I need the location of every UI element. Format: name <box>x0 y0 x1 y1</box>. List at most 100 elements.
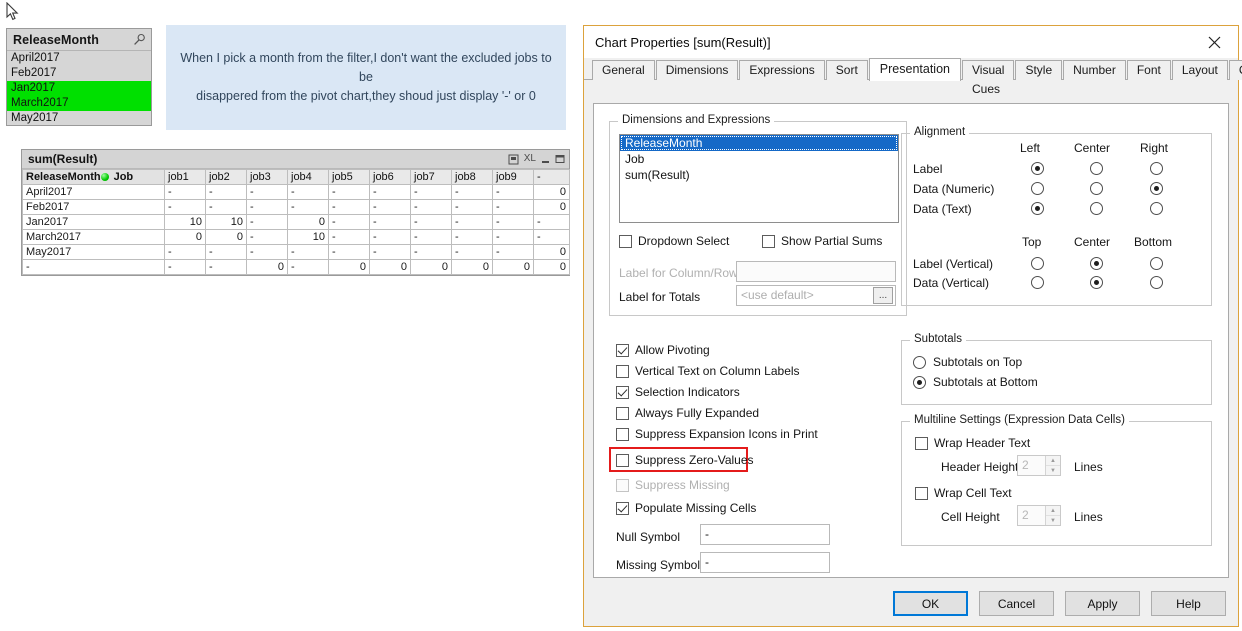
cell[interactable]: - <box>328 214 370 230</box>
cell[interactable]: - <box>410 184 452 200</box>
subtotals-on-top-radio[interactable]: Subtotals on Top <box>913 355 1022 369</box>
cell[interactable]: - <box>246 229 288 245</box>
cell[interactable]: 0 <box>164 229 206 245</box>
list-item[interactable]: Jan2017 <box>7 81 151 96</box>
cell[interactable]: - <box>492 184 534 200</box>
cell[interactable]: - <box>492 244 534 260</box>
populate-missing-cells-checkbox[interactable]: Populate Missing Cells <box>616 501 756 515</box>
pivot-dimension-header[interactable]: ReleaseMonth Job <box>22 169 165 185</box>
wrap-cell-text-checkbox[interactable]: Wrap Cell Text <box>915 486 1012 500</box>
minimize-icon[interactable] <box>541 155 550 164</box>
cell[interactable]: - <box>533 214 570 230</box>
cell[interactable]: 0 <box>205 229 247 245</box>
cell[interactable]: - <box>205 259 247 275</box>
radio-label-left[interactable] <box>1031 162 1044 175</box>
list-item-sum-result[interactable]: sum(Result) <box>620 167 898 183</box>
row-label[interactable]: Feb2017 <box>22 199 165 215</box>
column-header[interactable]: - <box>533 169 570 185</box>
cell[interactable]: - <box>451 244 493 260</box>
releasemonth-listbox[interactable]: ReleaseMonth April2017 Feb2017 Jan2017 M… <box>6 28 152 126</box>
cell[interactable]: - <box>533 229 570 245</box>
radio-label-vertical-center[interactable] <box>1090 257 1103 270</box>
close-icon[interactable] <box>1192 27 1236 58</box>
column-header[interactable]: job6 <box>369 169 411 185</box>
tab-sort[interactable]: Sort <box>825 60 868 80</box>
radio-data-text-center[interactable] <box>1090 202 1103 215</box>
tab-presentation[interactable]: Presentation <box>868 58 961 81</box>
cell[interactable]: - <box>164 259 206 275</box>
radio-data-vertical-center[interactable] <box>1090 276 1103 289</box>
subtotals-at-bottom-radio[interactable]: Subtotals at Bottom <box>913 375 1038 389</box>
cell[interactable]: 0 <box>246 259 288 275</box>
pivot-table[interactable]: ReleaseMonth Job job1 job2 job3 job4 job… <box>22 169 570 275</box>
tab-visual-cues[interactable]: Visual Cues <box>961 60 1015 96</box>
cell[interactable]: - <box>328 229 370 245</box>
row-label[interactable]: May2017 <box>22 244 165 260</box>
cell[interactable]: - <box>492 229 534 245</box>
radio-label-vertical-bottom[interactable] <box>1150 257 1163 270</box>
radio-label-center[interactable] <box>1090 162 1103 175</box>
wrap-header-text-checkbox[interactable]: Wrap Header Text <box>915 436 1030 450</box>
cell[interactable]: - <box>164 199 206 215</box>
tab-general[interactable]: General <box>592 60 655 80</box>
tab-style[interactable]: Style <box>1015 60 1063 80</box>
cell[interactable]: 0 <box>451 259 493 275</box>
column-header[interactable]: job5 <box>328 169 370 185</box>
null-symbol-input[interactable]: - <box>700 524 830 545</box>
list-item[interactable]: May2017 <box>7 111 151 126</box>
cell[interactable]: - <box>328 199 370 215</box>
cell[interactable]: - <box>328 184 370 200</box>
apply-button[interactable]: Apply <box>1065 591 1140 616</box>
cell[interactable]: - <box>369 214 411 230</box>
tab-font[interactable]: Font <box>1126 60 1171 80</box>
table-row[interactable]: - - - 0 - 0 0 0 0 0 0 <box>22 259 570 275</box>
cell[interactable]: 0 <box>410 259 452 275</box>
stepper-down-icon[interactable]: ▼ <box>1046 516 1060 525</box>
cell[interactable]: - <box>410 229 452 245</box>
list-item-releasemonth[interactable]: ReleaseMonth <box>620 135 898 151</box>
show-partial-sums-checkbox[interactable]: Show Partial Sums <box>762 234 882 248</box>
cell[interactable]: - <box>164 184 206 200</box>
radio-label-vertical-top[interactable] <box>1031 257 1044 270</box>
stepper-up-icon[interactable]: ▲ <box>1046 456 1060 466</box>
cell[interactable]: 10 <box>164 214 206 230</box>
cell[interactable]: - <box>410 214 452 230</box>
cell[interactable]: - <box>451 199 493 215</box>
column-header[interactable]: job9 <box>492 169 534 185</box>
table-row[interactable]: March2017 0 0 - 10 - - - - - - <box>22 229 570 245</box>
cell[interactable]: - <box>451 229 493 245</box>
suppress-expansion-icons-in-print-checkbox[interactable]: Suppress Expansion Icons in Print <box>616 427 818 441</box>
vertical-text-on-column-labels-checkbox[interactable]: Vertical Text on Column Labels <box>616 364 800 378</box>
stepper-arrows[interactable]: ▲ ▼ <box>1045 506 1060 525</box>
maximize-icon[interactable] <box>555 154 565 164</box>
cell[interactable]: - <box>369 244 411 260</box>
stepper-up-icon[interactable]: ▲ <box>1046 506 1060 516</box>
cell[interactable]: - <box>369 229 411 245</box>
list-item[interactable]: Feb2017 <box>7 66 151 81</box>
cell[interactable]: 0 <box>369 259 411 275</box>
list-item[interactable]: April2017 <box>7 51 151 66</box>
cell[interactable]: - <box>205 184 247 200</box>
row-label[interactable]: Jan2017 <box>22 214 165 230</box>
cell[interactable]: 0 <box>533 199 570 215</box>
cancel-button[interactable]: Cancel <box>979 591 1054 616</box>
selection-indicators-checkbox[interactable]: Selection Indicators <box>616 385 740 399</box>
cell[interactable]: - <box>492 214 534 230</box>
cell[interactable]: 0 <box>287 214 329 230</box>
label-for-totals-browse-button[interactable]: ... <box>873 287 893 304</box>
ok-button[interactable]: OK <box>893 591 968 616</box>
dropdown-select-checkbox[interactable]: Dropdown Select <box>619 234 729 248</box>
cell[interactable]: - <box>369 199 411 215</box>
table-row[interactable]: April2017 - - - - - - - - - 0 <box>22 184 570 200</box>
cell[interactable]: 10 <box>287 229 329 245</box>
radio-data-vertical-bottom[interactable] <box>1150 276 1163 289</box>
tab-caption[interactable]: Caption <box>1228 60 1242 80</box>
list-item[interactable]: March2017 <box>7 96 151 111</box>
tab-layout[interactable]: Layout <box>1171 60 1228 80</box>
table-row[interactable]: May2017 - - - - - - - - - 0 <box>22 244 570 260</box>
cell[interactable]: - <box>451 214 493 230</box>
row-label[interactable]: April2017 <box>22 184 165 200</box>
label-for-totals-input[interactable]: <use default> ... <box>736 285 896 306</box>
radio-data-text-right[interactable] <box>1150 202 1163 215</box>
cell[interactable]: - <box>287 184 329 200</box>
